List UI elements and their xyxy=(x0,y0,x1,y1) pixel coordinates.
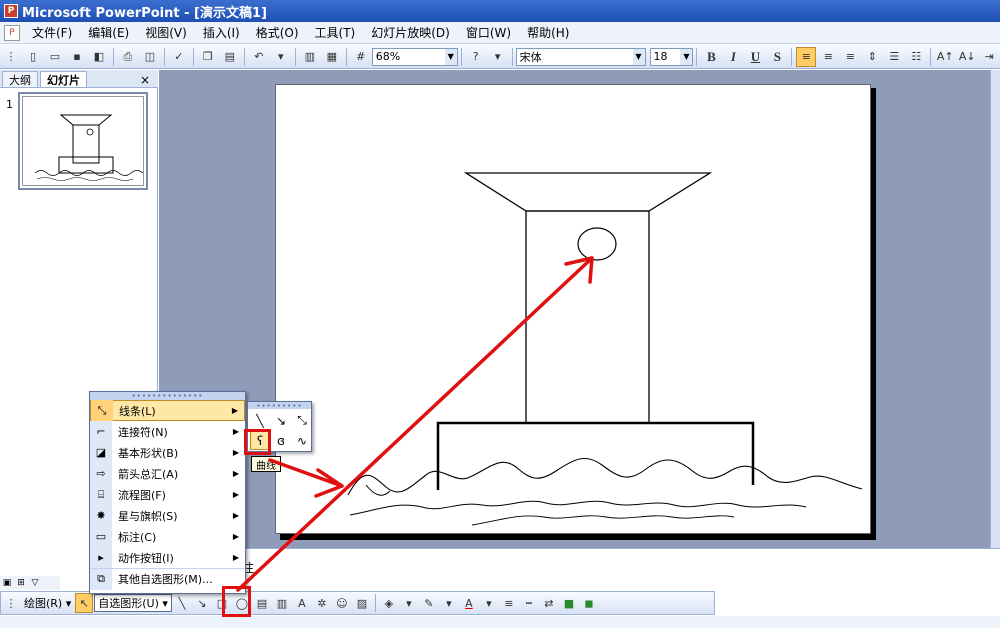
annotation-arrows xyxy=(236,256,594,592)
annotation-arrow-to-window xyxy=(236,256,594,592)
annotation-arrow-to-wave xyxy=(268,458,344,488)
